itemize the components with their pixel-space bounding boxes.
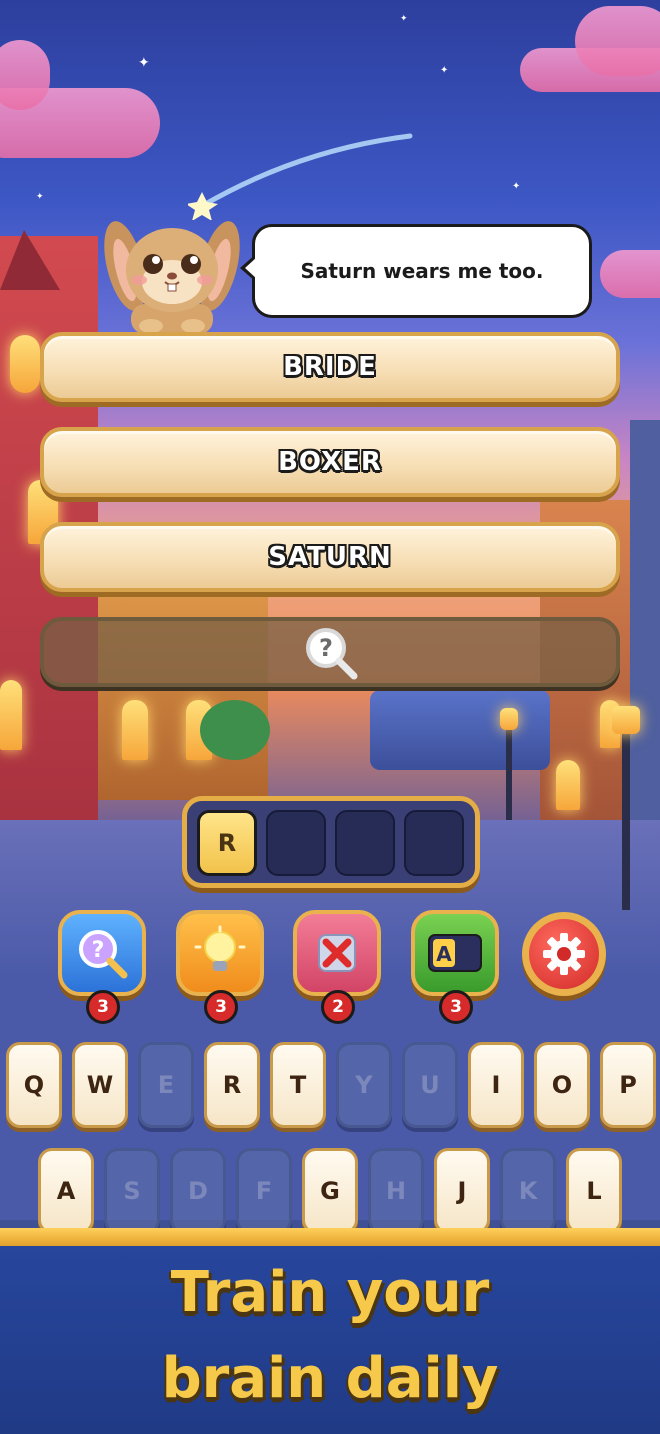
speech-bubble-tail-fill [245,257,257,279]
search-hint-count: 3 [86,990,120,1024]
key-t[interactable]: T [270,1042,326,1128]
key-k[interactable]: K [500,1148,556,1234]
lamp-post [622,720,630,910]
tagline-line-1: Train your [170,1260,490,1325]
key-g[interactable]: G [302,1148,358,1234]
settings-button[interactable] [522,912,606,996]
svg-text:?: ? [319,634,333,662]
window [556,760,580,810]
remove-letters-button[interactable] [293,910,381,996]
key-o[interactable]: O [534,1042,590,1128]
star-icon: ✦ [36,192,44,202]
cross-icon [318,934,356,972]
answer-row-2: BOXER [40,427,620,497]
key-i[interactable]: I [468,1042,524,1128]
answer-word: SATURN [268,542,392,572]
clue-text: Saturn wears me too. [300,259,544,283]
key-r[interactable]: R [204,1042,260,1128]
magnifier-question-icon: ? [306,628,358,680]
guess-tray: R [182,796,480,888]
bunny-mascot-icon [104,221,240,332]
answer-row-1: BRIDE [40,332,620,402]
answer-row-3: SATURN [40,522,620,592]
clue-bubble: Saturn wears me too. [252,224,592,318]
lamp-post [506,720,512,820]
shooting-star-icon [188,133,413,220]
key-q[interactable]: Q [6,1042,62,1128]
key-f[interactable]: F [236,1148,292,1234]
key-s[interactable]: S [104,1148,160,1234]
star-icon: ✦ [138,55,150,71]
cloud [600,250,660,298]
lamp-light [612,706,640,734]
bulb-hint-button[interactable] [176,910,264,996]
tagline-line-2: brain daily [161,1346,499,1411]
remove-letters-count: 2 [321,990,355,1024]
bulb-hint-count: 3 [204,990,238,1024]
gear-icon [543,933,585,975]
key-y[interactable]: Y [336,1042,392,1128]
letter-slot-2[interactable] [266,810,326,876]
footer-divider [0,1228,660,1246]
answer-word: BRIDE [283,352,377,382]
promo-footer: Train your brain daily [0,1246,660,1434]
star-icon: ✦ [400,14,408,24]
star-icon: ✦ [440,65,449,76]
magnifier-question-icon: ? [79,930,128,979]
key-u[interactable]: U [402,1042,458,1128]
key-p[interactable]: P [600,1042,656,1128]
key-e[interactable]: E [138,1042,194,1128]
bushes [200,700,270,760]
reveal-letter-count: 3 [439,990,473,1024]
lightbulb-icon [194,925,246,971]
key-w[interactable]: W [72,1042,128,1128]
key-j[interactable]: J [434,1148,490,1234]
cloud [575,6,660,76]
key-d[interactable]: D [170,1148,226,1234]
letter-a-icon: A [428,934,482,972]
harbor-water [370,690,550,770]
letter-slot-4[interactable] [404,810,464,876]
window [122,700,148,760]
star-icon: ✦ [512,181,521,192]
svg-text:A: A [436,942,452,966]
key-h[interactable]: H [368,1148,424,1234]
answer-word: BOXER [278,447,382,477]
letter-slot-3[interactable] [335,810,395,876]
svg-text:?: ? [92,938,105,963]
window [10,335,40,393]
cloud [0,40,50,110]
letter-slot-1[interactable]: R [197,810,257,876]
lamp-light [500,708,518,730]
key-a[interactable]: A [38,1148,94,1234]
hidden-answer-row[interactable]: ? [40,617,620,687]
reveal-letter-button[interactable]: A [411,910,499,996]
search-hint-button[interactable]: ? [58,910,146,996]
window [0,680,22,750]
key-l[interactable]: L [566,1148,622,1234]
